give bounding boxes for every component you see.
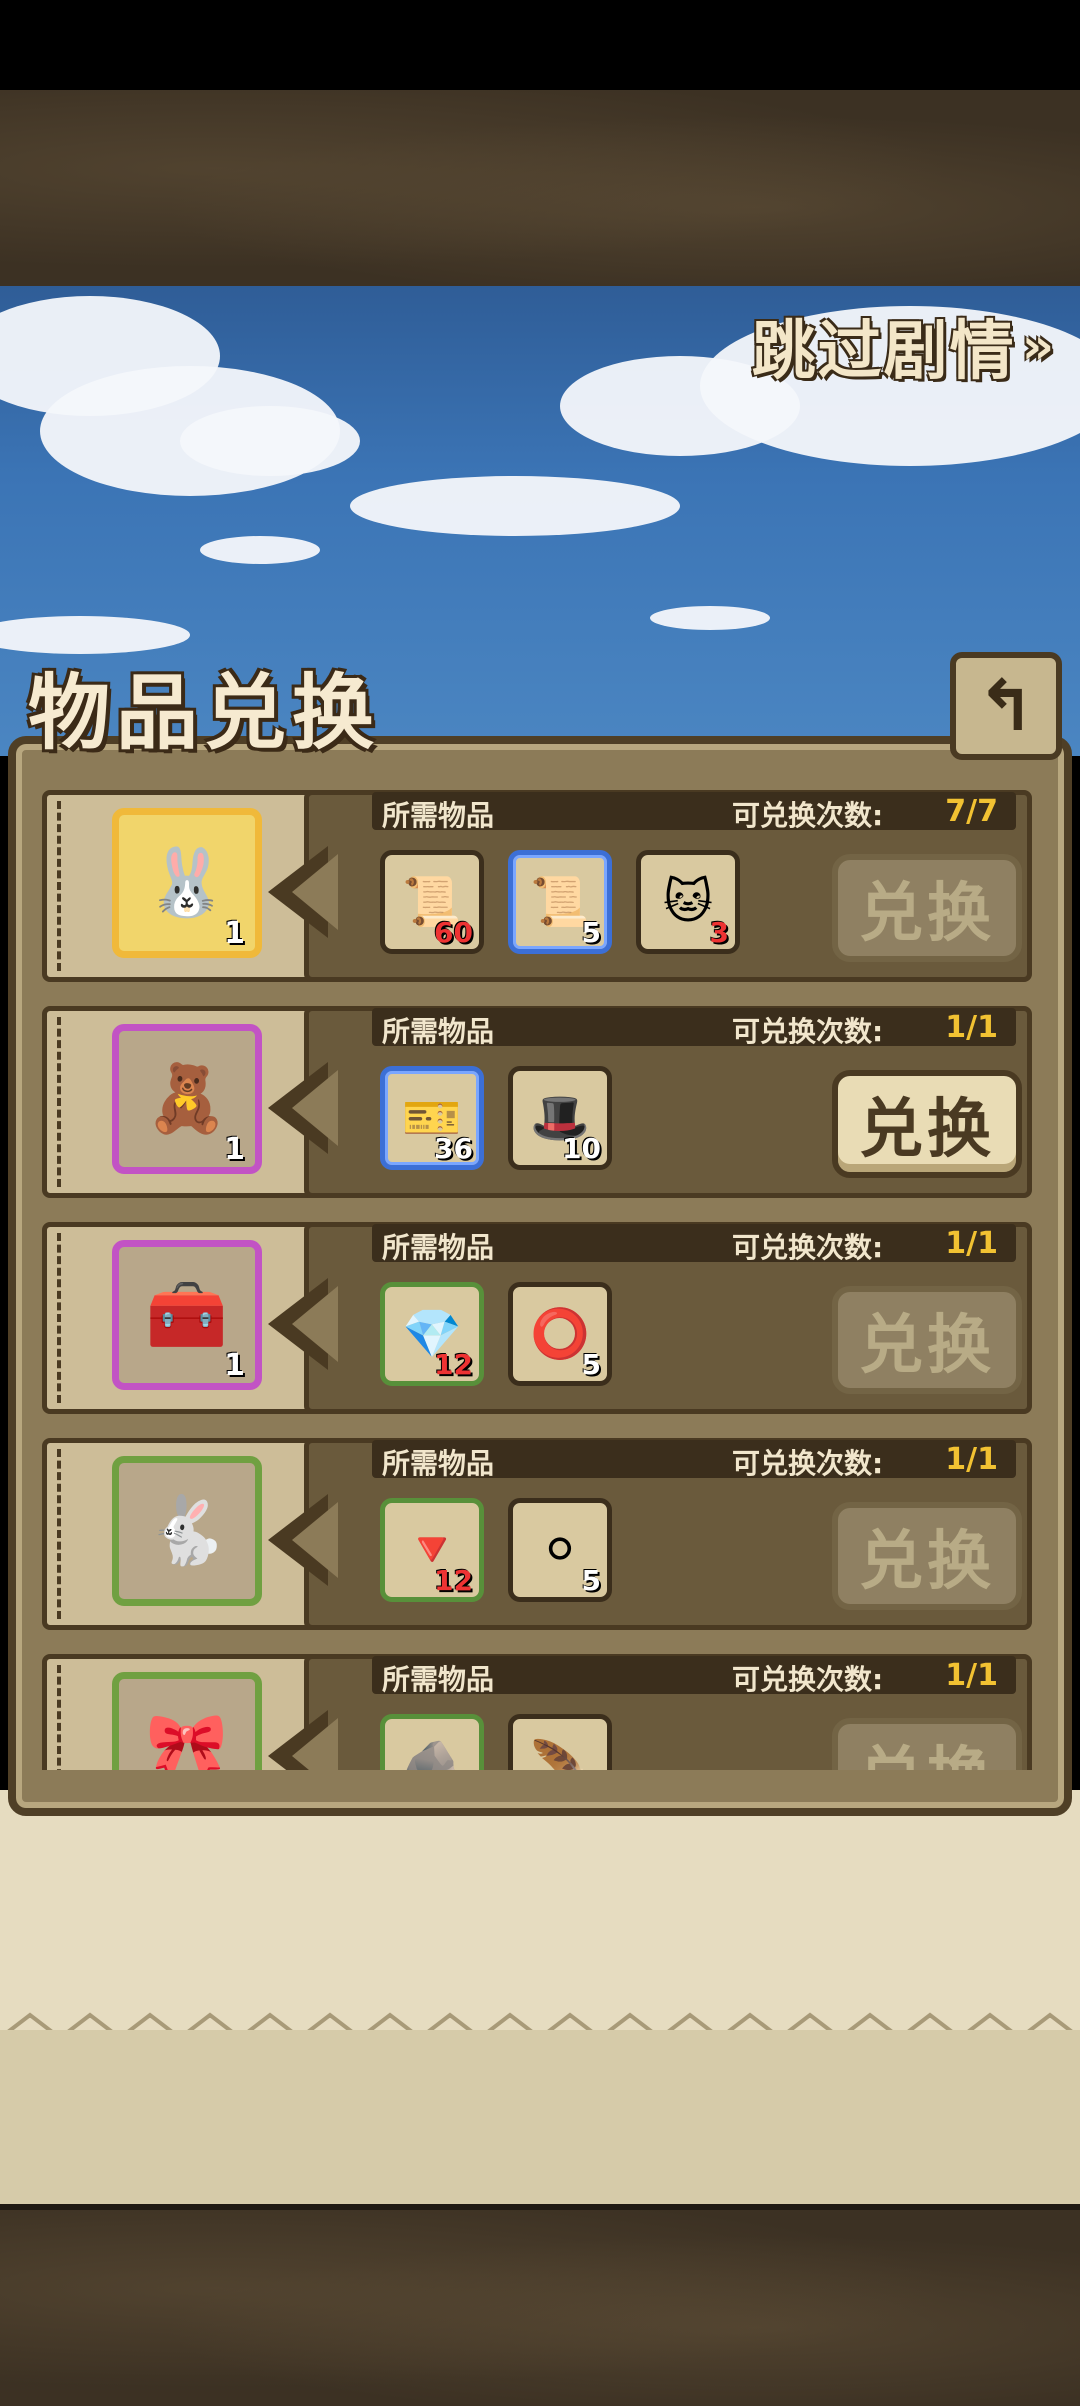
reward-qty: 1 [224,1132,245,1167]
exchange-button[interactable]: 兑换 [832,1718,1022,1770]
required-items-label: 所需物品 [382,1663,495,1696]
reward-slot[interactable]: 🐇 [112,1456,262,1606]
exchange-row: 🧸 1 所需物品 可兑换次数: 1/1 🎫 36 🎩 10 兑换 [42,1000,1032,1200]
required-item[interactable]: ⭕ 5 [508,1282,612,1386]
row-header: 所需物品 可兑换次数: 7/7 [372,792,1016,832]
required-qty: 12 [434,1564,473,1597]
required-qty: 5 [581,1348,601,1381]
status-bar [0,0,1080,90]
required-item[interactable]: 💎 12 [380,1282,484,1386]
required-item[interactable]: 🐱 3 [636,850,740,954]
required-items-label: 所需物品 [382,799,495,832]
red-treasure-chest-icon: 🧰 [145,1276,229,1353]
exchange-times-count: 1/1 [945,1226,998,1261]
exchange-row: 🐰 1 所需物品 可兑换次数: 7/7 📜 60 📜 5 🐱 3 兑换 [42,784,1032,984]
exchange-times-label: 可兑换次数: [732,1015,884,1048]
character-figure-icon: 🧸 [145,1060,229,1137]
exchange-times-label: 可兑换次数: [732,1663,884,1696]
required-items-label: 所需物品 [382,1231,495,1264]
exchange-times-count: 1/1 [945,1442,998,1477]
reward-qty: 1 [224,1348,245,1383]
required-items-label: 所需物品 [382,1015,495,1048]
cat-plush-icon: 🐱 [662,874,714,930]
reward-slot[interactable]: 🐰 1 [112,808,262,958]
reward-slot[interactable]: 🧰 1 [112,1240,262,1390]
required-qty: 10 [562,1132,601,1165]
row-header: 所需物品 可兑换次数: 1/1 [372,1656,1016,1696]
exchange-row: 🎀 所需物品 可兑换次数: 1/1 🪨 🪶 兑换 [42,1648,1032,1770]
exchange-row: 🧰 1 所需物品 可兑换次数: 1/1 💎 12 ⭕ 5 兑换 [42,1216,1032,1416]
back-button[interactable]: ↰ [950,652,1062,760]
parchment-lower [0,2030,1080,2204]
white-pompom-icon: ⚪ [539,1522,581,1578]
required-item[interactable]: 🪨 [380,1714,484,1770]
exchange-times-label: 可兑换次数: [732,1231,884,1264]
double-chevron-right-icon: » [1021,317,1056,375]
required-item[interactable]: 🪶 [508,1714,612,1770]
required-qty: 36 [434,1132,473,1165]
reward-slot[interactable]: 🧸 1 [112,1024,262,1174]
pink-bunny-ear-headband-icon: 🐰 [145,844,229,921]
exchange-times-count: 1/1 [945,1658,998,1693]
exchange-button[interactable]: 兑换 [832,1286,1022,1394]
required-item[interactable]: ⚪ 5 [508,1498,612,1602]
return-arrow-icon: ↰ [976,665,1036,747]
required-item[interactable]: 🔻 12 [380,1498,484,1602]
required-items-label: 所需物品 [382,1447,495,1480]
exchange-list[interactable]: 🐰 1 所需物品 可兑换次数: 7/7 📜 60 📜 5 🐱 3 兑换 🧸 1 [32,776,1048,1770]
exchange-times-count: 7/7 [945,794,998,829]
required-item[interactable]: 🎫 36 [380,1066,484,1170]
skip-story-label: 跳过剧情 [751,315,1016,389]
exchange-button[interactable]: 兑换 [832,854,1022,962]
row-header: 所需物品 可兑换次数: 1/1 [372,1224,1016,1264]
exchange-button[interactable]: 兑换 [832,1502,1022,1610]
reward-qty: 1 [224,916,245,951]
exchange-times-count: 1/1 [945,1010,998,1045]
bunny-keychain-icon: 🐇 [145,1492,229,1569]
exchange-times-label: 可兑换次数: [732,799,884,832]
ribbon-icon: 🎀 [145,1708,229,1771]
gold-ore-icon: 🪨 [402,1738,462,1770]
reward-slot[interactable]: 🎀 [112,1672,262,1770]
exchange-times-label: 可兑换次数: [732,1447,884,1480]
skip-story-button[interactable]: 跳过剧情 » [752,306,1056,389]
required-item[interactable]: 🎩 10 [508,1066,612,1170]
required-qty: 5 [581,1564,601,1597]
required-qty: 3 [709,916,729,949]
map-border-top [0,90,1080,292]
required-qty: 60 [434,916,473,949]
required-item[interactable]: 📜 5 [508,850,612,954]
panel-title: 物品兑换 [28,666,381,761]
map-border-bottom [0,2204,1080,2406]
required-qty: 5 [581,916,601,949]
exchange-button[interactable]: 兑换 [832,1070,1022,1178]
feather-icon: 🪶 [530,1738,590,1770]
required-qty: 12 [434,1348,473,1381]
required-item[interactable]: 📜 60 [380,850,484,954]
exchange-row: 🐇 所需物品 可兑换次数: 1/1 🔻 12 ⚪ 5 兑换 [42,1432,1032,1632]
row-header: 所需物品 可兑换次数: 1/1 [372,1440,1016,1480]
row-header: 所需物品 可兑换次数: 1/1 [372,1008,1016,1048]
